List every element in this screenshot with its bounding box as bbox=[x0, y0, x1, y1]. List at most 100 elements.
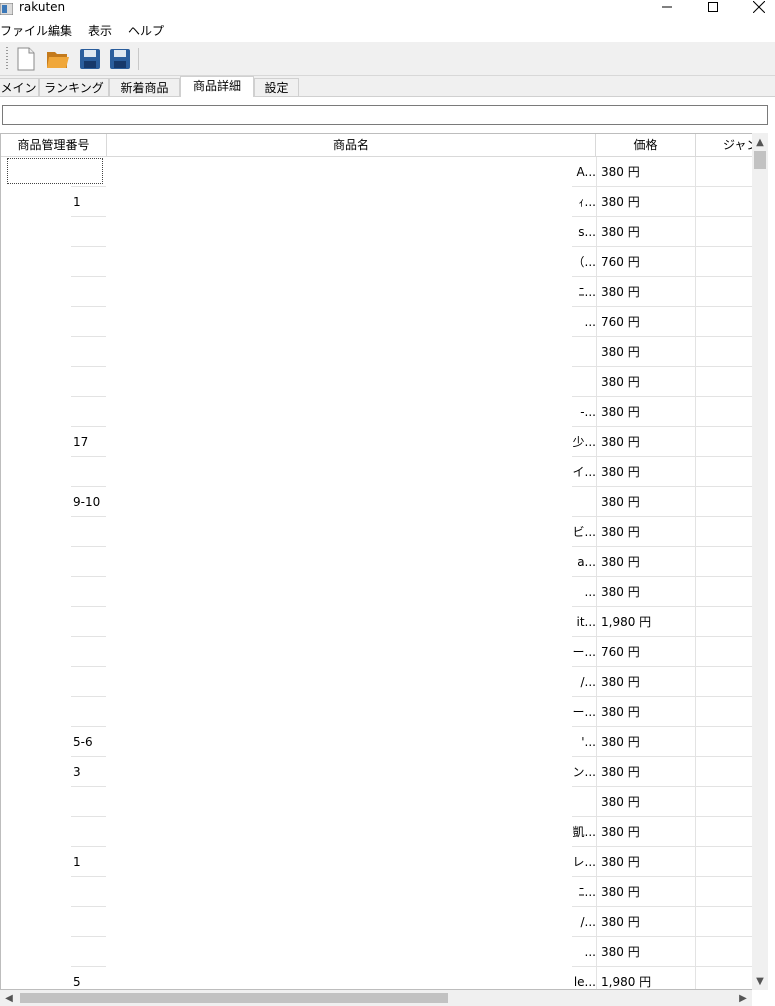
genre-cell[interactable] bbox=[696, 607, 753, 637]
price-cell[interactable]: 760 円 bbox=[596, 247, 696, 277]
product-name-cell[interactable]: ﾆ... bbox=[571, 277, 596, 307]
genre-cell[interactable] bbox=[696, 967, 753, 989]
product-id-cell[interactable]: 3 bbox=[71, 757, 107, 787]
product-id-cell[interactable] bbox=[71, 517, 107, 547]
genre-cell[interactable] bbox=[696, 487, 753, 517]
product-id-cell[interactable] bbox=[71, 607, 107, 637]
maximize-button[interactable] bbox=[698, 0, 728, 14]
genre-cell[interactable] bbox=[696, 247, 753, 277]
genre-cell[interactable] bbox=[696, 277, 753, 307]
price-cell[interactable]: 380 円 bbox=[596, 277, 696, 307]
product-id-cell[interactable] bbox=[71, 217, 107, 247]
genre-cell[interactable] bbox=[696, 187, 753, 217]
product-name-cell[interactable] bbox=[571, 787, 596, 817]
filter-input[interactable] bbox=[2, 105, 768, 125]
price-cell[interactable]: 760 円 bbox=[596, 307, 696, 337]
price-cell[interactable]: 380 円 bbox=[596, 457, 696, 487]
product-name-cell[interactable]: -... bbox=[571, 397, 596, 427]
product-id-cell[interactable] bbox=[71, 877, 107, 907]
price-cell[interactable]: 380 円 bbox=[596, 817, 696, 847]
price-cell[interactable]: 380 円 bbox=[596, 487, 696, 517]
price-cell[interactable]: 380 円 bbox=[596, 577, 696, 607]
tab-product-details[interactable]: 商品詳細 bbox=[180, 76, 254, 97]
column-header-price[interactable]: 価格 bbox=[596, 134, 696, 156]
price-cell[interactable]: 1,980 円 bbox=[596, 607, 696, 637]
tab-settings[interactable]: 設定 bbox=[254, 78, 299, 96]
genre-cell[interactable] bbox=[696, 547, 753, 577]
genre-cell[interactable] bbox=[696, 217, 753, 247]
menu-file[interactable]: ファイル bbox=[0, 23, 48, 39]
product-id-cell[interactable]: 1 bbox=[71, 847, 107, 877]
genre-cell[interactable] bbox=[696, 457, 753, 487]
product-id-cell[interactable] bbox=[71, 577, 107, 607]
genre-cell[interactable] bbox=[696, 817, 753, 847]
product-id-cell[interactable] bbox=[71, 337, 107, 367]
genre-cell[interactable] bbox=[696, 637, 753, 667]
scroll-right-icon[interactable]: ▶ bbox=[736, 991, 750, 1005]
product-id-cell[interactable] bbox=[71, 667, 107, 697]
product-name-cell[interactable]: it... bbox=[571, 607, 596, 637]
product-name-cell[interactable]: ... bbox=[571, 937, 596, 967]
product-id-cell[interactable] bbox=[71, 937, 107, 967]
product-name-cell[interactable]: ｨ... bbox=[571, 187, 596, 217]
column-header-genre[interactable]: ジャン bbox=[696, 134, 753, 156]
price-cell[interactable]: 380 円 bbox=[596, 847, 696, 877]
menu-view[interactable]: 表示 bbox=[88, 23, 112, 39]
product-name-cell[interactable]: ... bbox=[571, 307, 596, 337]
product-id-cell[interactable]: 17 bbox=[71, 427, 107, 457]
genre-cell[interactable] bbox=[696, 577, 753, 607]
price-cell[interactable]: 380 円 bbox=[596, 157, 696, 187]
product-id-cell[interactable] bbox=[71, 637, 107, 667]
minimize-button[interactable] bbox=[652, 0, 682, 14]
tab-ranking[interactable]: ランキング bbox=[39, 78, 109, 96]
product-id-cell[interactable]: 5 bbox=[71, 967, 107, 989]
toolbar-grip[interactable] bbox=[6, 47, 8, 71]
vertical-scrollbar[interactable]: ▲ ▼ bbox=[752, 133, 768, 990]
save-button[interactable] bbox=[78, 46, 102, 72]
genre-cell[interactable] bbox=[696, 907, 753, 937]
product-name-cell[interactable]: ビ... bbox=[571, 517, 596, 547]
price-cell[interactable]: 380 円 bbox=[596, 937, 696, 967]
price-cell[interactable]: 380 円 bbox=[596, 187, 696, 217]
price-cell[interactable]: 1,980 円 bbox=[596, 967, 696, 989]
price-cell[interactable]: 380 円 bbox=[596, 877, 696, 907]
product-name-cell[interactable]: ﾆ... bbox=[571, 877, 596, 907]
product-name-cell[interactable]: ン... bbox=[571, 757, 596, 787]
product-name-cell[interactable]: レ... bbox=[571, 847, 596, 877]
genre-cell[interactable] bbox=[696, 727, 753, 757]
genre-cell[interactable] bbox=[696, 517, 753, 547]
save-as-button[interactable] bbox=[108, 46, 132, 72]
product-name-cell[interactable]: /... bbox=[571, 907, 596, 937]
product-id-cell[interactable] bbox=[71, 247, 107, 277]
product-name-cell[interactable] bbox=[571, 337, 596, 367]
genre-cell[interactable] bbox=[696, 337, 753, 367]
product-name-cell[interactable]: A... bbox=[571, 157, 596, 187]
product-id-cell[interactable] bbox=[71, 547, 107, 577]
price-cell[interactable]: 380 円 bbox=[596, 217, 696, 247]
price-cell[interactable]: 380 円 bbox=[596, 667, 696, 697]
price-cell[interactable]: 760 円 bbox=[596, 637, 696, 667]
menu-edit[interactable]: 編集 bbox=[48, 23, 72, 39]
genre-cell[interactable] bbox=[696, 397, 753, 427]
product-name-cell[interactable]: 凱... bbox=[571, 817, 596, 847]
horizontal-scroll-thumb[interactable] bbox=[20, 993, 448, 1003]
genre-cell[interactable] bbox=[696, 367, 753, 397]
open-folder-button[interactable] bbox=[46, 46, 70, 72]
price-cell[interactable]: 380 円 bbox=[596, 907, 696, 937]
column-header-product-name[interactable]: 商品名 bbox=[107, 134, 596, 156]
product-id-cell[interactable]: 1 bbox=[71, 187, 107, 217]
price-cell[interactable]: 380 円 bbox=[596, 517, 696, 547]
genre-cell[interactable] bbox=[696, 157, 753, 187]
product-name-cell[interactable]: ... bbox=[571, 577, 596, 607]
price-cell[interactable]: 380 円 bbox=[596, 367, 696, 397]
horizontal-scrollbar[interactable]: ◀ ▶ bbox=[0, 990, 752, 1006]
product-id-cell[interactable] bbox=[71, 457, 107, 487]
product-name-cell[interactable]: ー... bbox=[571, 637, 596, 667]
price-cell[interactable]: 380 円 bbox=[596, 757, 696, 787]
product-id-cell[interactable] bbox=[71, 907, 107, 937]
product-id-cell[interactable] bbox=[71, 787, 107, 817]
price-cell[interactable]: 380 円 bbox=[596, 337, 696, 367]
product-name-cell[interactable]: （... bbox=[571, 247, 596, 277]
product-id-cell[interactable]: 9-10 bbox=[71, 487, 107, 517]
genre-cell[interactable] bbox=[696, 667, 753, 697]
